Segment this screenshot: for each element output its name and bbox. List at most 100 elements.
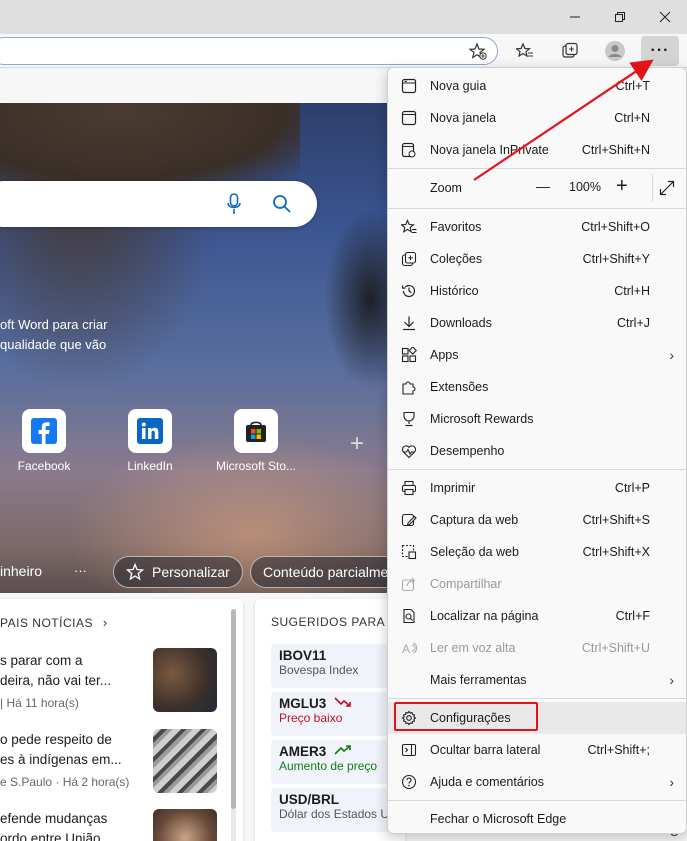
settings-highlight-box <box>394 702 538 731</box>
print-icon <box>400 479 418 497</box>
menu-item-label: Fechar o Microsoft Edge <box>430 812 567 826</box>
quick-link-facebook[interactable]: Facebook <box>0 409 89 473</box>
news-scrollbar-thumb[interactable] <box>231 609 236 809</box>
menu-item-label: Nova guia <box>430 79 487 93</box>
menu-item-shortcut: Ctrl+Shift+Y <box>582 252 650 266</box>
personalize-icon <box>126 563 144 581</box>
menu-item-find-on-page[interactable]: Localizar na página Ctrl+F <box>388 600 686 632</box>
menu-item-web-select[interactable]: Seleção da web Ctrl+Shift+X <box>388 536 686 568</box>
add-favorite-icon[interactable] <box>468 42 487 63</box>
news-item-title: es à indígenas em... <box>0 752 122 767</box>
menu-item-web-capture[interactable]: Captura da web Ctrl+Shift+S <box>388 504 686 536</box>
news-thumbnail[interactable] <box>153 648 217 712</box>
promo-line: oft Word para criar <box>0 317 108 332</box>
favorites-button[interactable] <box>510 38 540 64</box>
menu-item-collections[interactable]: Coleções Ctrl+Shift+Y <box>388 243 686 275</box>
feed-more-button[interactable]: ··· <box>74 563 87 578</box>
stock-item[interactable]: MGLU3 Preço baixo <box>271 692 391 736</box>
menu-item-new-inprivate-window[interactable]: Nova janela InPrivate Ctrl+Shift+N <box>388 134 686 166</box>
personalize-label: Personalizar <box>152 564 230 580</box>
menu-item-new-tab[interactable]: Nova guia Ctrl+T <box>388 70 686 102</box>
menu-item-close-edge[interactable]: Fechar o Microsoft Edge <box>388 803 686 835</box>
menu-item-microsoft-rewards[interactable]: Microsoft Rewards <box>388 403 686 435</box>
profile-button[interactable] <box>600 38 630 64</box>
microphone-icon[interactable] <box>227 193 241 218</box>
menu-item-favorites[interactable]: Favoritos Ctrl+Shift+O <box>388 211 686 243</box>
news-header-label: PAIS NOTÍCIAS <box>0 616 93 630</box>
collections-button[interactable] <box>555 38 585 64</box>
menu-item-help-and-feedback[interactable]: Ajuda e comentários › <box>388 766 686 798</box>
search-icon[interactable] <box>272 194 292 217</box>
fullscreen-icon[interactable] <box>659 180 675 199</box>
zoom-in-button[interactable]: + <box>616 175 628 198</box>
menu-item-shortcut: Ctrl+Shift+; <box>587 743 650 757</box>
stock-symbol: AMER3 <box>279 744 327 759</box>
menu-separator <box>388 698 686 699</box>
stock-item[interactable]: IBOV11 Bovespa Index <box>271 644 391 688</box>
menu-item-label: Favoritos <box>430 220 482 234</box>
menu-item-label: Extensões <box>430 380 489 394</box>
menu-item-history[interactable]: Histórico Ctrl+H <box>388 275 686 307</box>
menu-item-shortcut: Ctrl+H <box>614 284 650 298</box>
news-item[interactable]: s parar com a deira, não vai ter... | Há… <box>0 651 150 713</box>
chevron-right-icon: › <box>669 672 674 688</box>
menu-item-apps[interactable]: Apps › <box>388 339 686 371</box>
extensions-icon <box>400 378 418 396</box>
news-item[interactable]: o pede respeito de es à indígenas em... … <box>0 730 150 792</box>
news-card-header[interactable]: PAIS NOTÍCIAS › <box>0 615 108 630</box>
menu-item-extensions[interactable]: Extensões <box>388 371 686 403</box>
stock-item[interactable]: AMER3 Aumento de preço <box>271 740 391 784</box>
menu-item-print[interactable]: Imprimir Ctrl+P <box>388 472 686 504</box>
news-item[interactable]: efende mudanças ordo entre União... <box>0 809 150 841</box>
news-card: PAIS NOTÍCIAS › s parar com a deira, não… <box>0 599 243 841</box>
minimize-button[interactable] <box>552 4 598 30</box>
menu-item-new-window[interactable]: Nova janela Ctrl+N <box>388 102 686 134</box>
menu-item-downloads[interactable]: Downloads Ctrl+J <box>388 307 686 339</box>
news-item-title: efende mudanças <box>0 811 108 826</box>
personalize-button[interactable]: Personalizar <box>113 556 243 588</box>
menu-item-hide-sidebar[interactable]: Ocultar barra lateral Ctrl+Shift+; <box>388 734 686 766</box>
menu-item-more-tools[interactable]: Mais ferramentas › <box>388 664 686 696</box>
menu-item-label: Seleção da web <box>430 545 519 559</box>
feed-tab-money[interactable]: inheiro <box>0 563 42 579</box>
news-scrollbar[interactable] <box>231 609 236 841</box>
menu-item-shortcut: Ctrl+Shift+U <box>581 641 650 655</box>
menu-separator <box>388 168 686 169</box>
menu-item-label: Ajuda e comentários <box>430 775 544 789</box>
menu-item-shortcut: Ctrl+Shift+S <box>582 513 650 527</box>
menu-item-label: Localizar na página <box>430 609 539 623</box>
close-window-button[interactable] <box>642 4 687 30</box>
microsoft-store-icon <box>234 409 278 453</box>
history-icon <box>400 282 418 300</box>
address-bar[interactable] <box>0 37 498 65</box>
menu-separator <box>388 800 686 801</box>
quick-link-label: Microsoft Sto... <box>215 459 297 473</box>
quick-link-microsoft-store[interactable]: Microsoft Sto... <box>211 409 301 473</box>
stock-item[interactable]: USD/BRL Dólar dos Estados U... <box>271 788 399 832</box>
news-thumbnail[interactable] <box>153 729 217 793</box>
news-item-meta: | Há 11 hora(s) <box>0 696 79 710</box>
content-visibility-button[interactable]: Conteúdo parcialme <box>250 556 410 588</box>
trend-up-icon <box>334 745 351 755</box>
settings-and-more-button[interactable]: ··· <box>641 36 679 66</box>
chevron-right-icon: › <box>102 615 108 630</box>
facebook-icon <box>22 409 66 453</box>
linkedin-icon <box>128 409 172 453</box>
read-aloud-icon: A <box>400 639 418 657</box>
menu-separator <box>388 469 686 470</box>
quick-link-linkedin[interactable]: LinkedIn <box>105 409 195 473</box>
restore-button[interactable] <box>597 4 643 30</box>
menu-item-zoom: Zoom — 100% + <box>388 172 686 204</box>
news-item-title: ordo entre União... <box>0 831 112 841</box>
menu-item-performance[interactable]: Desempenho <box>388 435 686 467</box>
inprivate-icon <box>400 141 418 159</box>
zoom-label: Zoom <box>430 181 462 195</box>
menu-item-label: Nova janela InPrivate <box>430 143 549 157</box>
add-quick-link-button[interactable]: + <box>350 430 364 458</box>
news-thumbnail[interactable] <box>153 809 217 841</box>
menu-item-label: Coleções <box>430 252 483 266</box>
web-search-box[interactable] <box>0 181 317 227</box>
zoom-out-button[interactable]: — <box>536 178 550 194</box>
download-icon <box>400 314 418 332</box>
promo-text: oft Word para criar qualidade que vão <box>0 315 190 355</box>
